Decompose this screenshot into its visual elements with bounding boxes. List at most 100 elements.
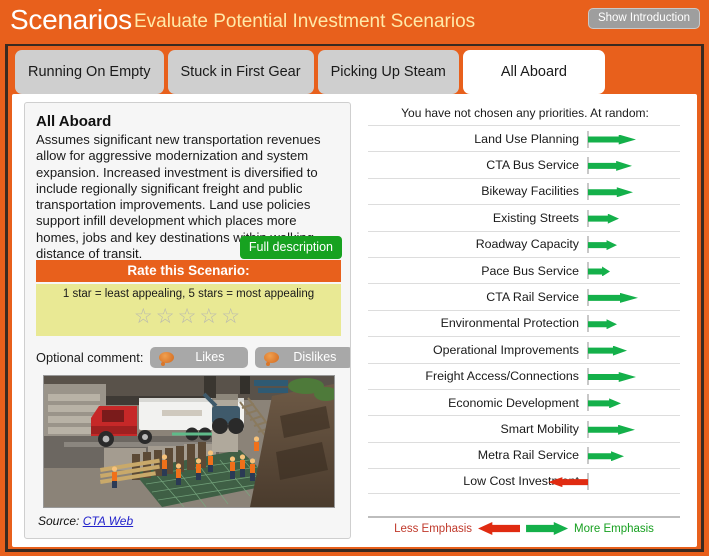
priority-emphasis-cell bbox=[587, 416, 680, 442]
priority-emphasis-cell bbox=[587, 442, 680, 468]
priority-emphasis-cell bbox=[587, 337, 680, 363]
tab-running-on-empty[interactable]: Running On Empty bbox=[15, 50, 164, 94]
priority-label: Roadway Capacity bbox=[475, 237, 579, 252]
priority-label: Economic Development bbox=[448, 395, 579, 410]
right-arrow-icon bbox=[588, 160, 632, 171]
rating-widget: 1 star = least appealing, 5 stars = most… bbox=[36, 284, 341, 336]
priority-emphasis-cell bbox=[548, 468, 680, 494]
tab-strip-container: Running On Empty Stuck in First Gear Picki… bbox=[5, 44, 704, 552]
priority-emphasis-cell bbox=[587, 231, 680, 257]
emphasis-legend: Less Emphasis More Emphasis bbox=[368, 516, 680, 535]
right-arrow-icon bbox=[588, 319, 617, 330]
legend-more-label: More Emphasis bbox=[574, 522, 654, 535]
priority-list: Land Use Planning CTA Bus Service Bikeway … bbox=[368, 125, 680, 495]
priority-row[interactable]: Metra Rail Service bbox=[368, 441, 680, 468]
priority-row[interactable]: Existing Streets bbox=[368, 204, 680, 230]
priority-row[interactable]: Smart Mobility bbox=[368, 415, 680, 441]
tab-picking-up-steam[interactable]: Picking Up Steam bbox=[317, 50, 459, 94]
scenario-detail-card: All Aboard Assumes significant new trans… bbox=[24, 102, 351, 539]
dislikes-button[interactable]: Dislikes bbox=[255, 346, 350, 368]
right-arrow-icon bbox=[588, 134, 636, 145]
full-description-button[interactable]: Full description bbox=[239, 236, 342, 259]
priority-emphasis-cell bbox=[587, 310, 680, 336]
rating-hint-text: 1 star = least appealing, 5 stars = most… bbox=[62, 288, 315, 300]
priority-row[interactable]: Operational Improvements bbox=[368, 336, 680, 362]
star-2[interactable]: ☆ bbox=[156, 305, 178, 329]
scenario-photo bbox=[43, 375, 335, 508]
priorities-panel: You have not chosen any priorities. At r… bbox=[360, 102, 690, 539]
priority-row[interactable]: Low Cost Investment bbox=[368, 468, 680, 495]
priority-label: Environmental Protection bbox=[440, 316, 579, 331]
right-arrow-icon bbox=[588, 266, 610, 277]
priority-label: Freight Access/Connections bbox=[425, 369, 579, 384]
priority-row[interactable]: Pace Bus Service bbox=[368, 256, 680, 283]
right-arrow-icon bbox=[588, 451, 624, 462]
priority-row[interactable]: Economic Development bbox=[368, 388, 680, 415]
tab-label: Running On Empty bbox=[28, 64, 151, 80]
tab-all-aboard[interactable]: All Aboard bbox=[462, 50, 605, 103]
likes-button-label: Likes bbox=[195, 350, 225, 364]
scenario-title: All Aboard bbox=[36, 113, 112, 130]
application-window: Scenarios Evaluate Potential Investment … bbox=[0, 0, 709, 556]
bottom-accent-strip bbox=[0, 552, 709, 556]
tab-stuck-in-first-gear[interactable]: Stuck in First Gear bbox=[167, 50, 314, 94]
speech-bubble-icon bbox=[159, 351, 175, 366]
star-5[interactable]: ☆ bbox=[221, 305, 243, 329]
right-arrow-icon bbox=[526, 522, 569, 535]
priority-row[interactable]: Land Use Planning bbox=[368, 125, 680, 151]
star-3[interactable]: ☆ bbox=[178, 305, 200, 329]
priority-label: Bikeway Facilities bbox=[481, 184, 579, 199]
star-4[interactable]: ☆ bbox=[199, 305, 221, 329]
tab-label: Picking Up Steam bbox=[330, 64, 446, 80]
star-1[interactable]: ☆ bbox=[134, 305, 156, 329]
right-arrow-icon bbox=[588, 424, 635, 435]
page-title: Scenarios bbox=[10, 4, 132, 35]
priority-label: Pace Bus Service bbox=[481, 263, 579, 278]
right-arrow-icon bbox=[588, 372, 636, 383]
priority-emphasis-cell bbox=[587, 363, 680, 389]
speech-bubble-icon bbox=[264, 351, 280, 366]
priority-label: Operational Improvements bbox=[432, 342, 579, 357]
likes-button[interactable]: Likes bbox=[150, 346, 249, 368]
priority-label: Smart Mobility bbox=[500, 421, 580, 436]
priority-row[interactable]: Bikeway Facilities bbox=[368, 177, 680, 204]
source-link[interactable]: CTA Web bbox=[83, 514, 133, 528]
priority-row[interactable]: Environmental Protection bbox=[368, 309, 680, 336]
legend-less-label: Less Emphasis bbox=[394, 522, 473, 535]
right-arrow-icon bbox=[588, 187, 633, 198]
comment-row: Optional comment: Likes Dislikes bbox=[36, 346, 350, 368]
priority-row[interactable]: Freight Access/Connections bbox=[368, 362, 680, 389]
dislikes-button-label: Dislikes bbox=[293, 350, 337, 364]
priority-row[interactable]: CTA Bus Service bbox=[368, 151, 680, 177]
priority-emphasis-cell bbox=[587, 205, 680, 231]
priority-emphasis-cell bbox=[587, 152, 680, 178]
page-subtitle: Evaluate Potential Investment Scenarios bbox=[134, 11, 476, 32]
priorities-note: You have not chosen any priorities. At r… bbox=[401, 106, 649, 120]
priority-label: Metra Rail Service bbox=[477, 448, 579, 463]
priority-label: Land Use Planning bbox=[474, 131, 579, 146]
priority-emphasis-cell bbox=[587, 284, 680, 310]
source-prefix-label: Source: bbox=[38, 514, 80, 528]
rate-scenario-header: Rate this Scenario: bbox=[36, 260, 341, 282]
priority-row[interactable]: CTA Rail Service bbox=[368, 283, 680, 309]
photo-source-caption: Source: CTA Web bbox=[38, 514, 133, 528]
priority-emphasis-cell bbox=[587, 178, 680, 204]
right-arrow-icon bbox=[588, 398, 621, 409]
priority-label: Existing Streets bbox=[492, 210, 579, 225]
priority-emphasis-cell bbox=[587, 126, 680, 152]
priority-row[interactable]: Roadway Capacity bbox=[368, 230, 680, 257]
show-introduction-button[interactable]: Show Introduction bbox=[587, 8, 700, 29]
tab-label: All Aboard bbox=[500, 64, 567, 80]
priority-label: CTA Bus Service bbox=[486, 158, 579, 173]
right-arrow-icon bbox=[588, 213, 619, 224]
page-header: Scenarios Evaluate Potential Investment … bbox=[0, 0, 709, 44]
priority-emphasis-cell bbox=[587, 389, 680, 415]
optional-comment-label: Optional comment: bbox=[36, 349, 144, 365]
scenario-tabs: Running On Empty Stuck in First Gear Picki… bbox=[15, 50, 605, 103]
right-arrow-icon bbox=[588, 345, 627, 356]
tab-label: Stuck in First Gear bbox=[180, 64, 301, 80]
star-rating-input[interactable]: ☆☆☆☆☆ bbox=[36, 305, 341, 329]
left-arrow-icon bbox=[478, 522, 521, 535]
right-arrow-icon bbox=[588, 292, 638, 303]
priority-emphasis-cell bbox=[587, 257, 680, 283]
